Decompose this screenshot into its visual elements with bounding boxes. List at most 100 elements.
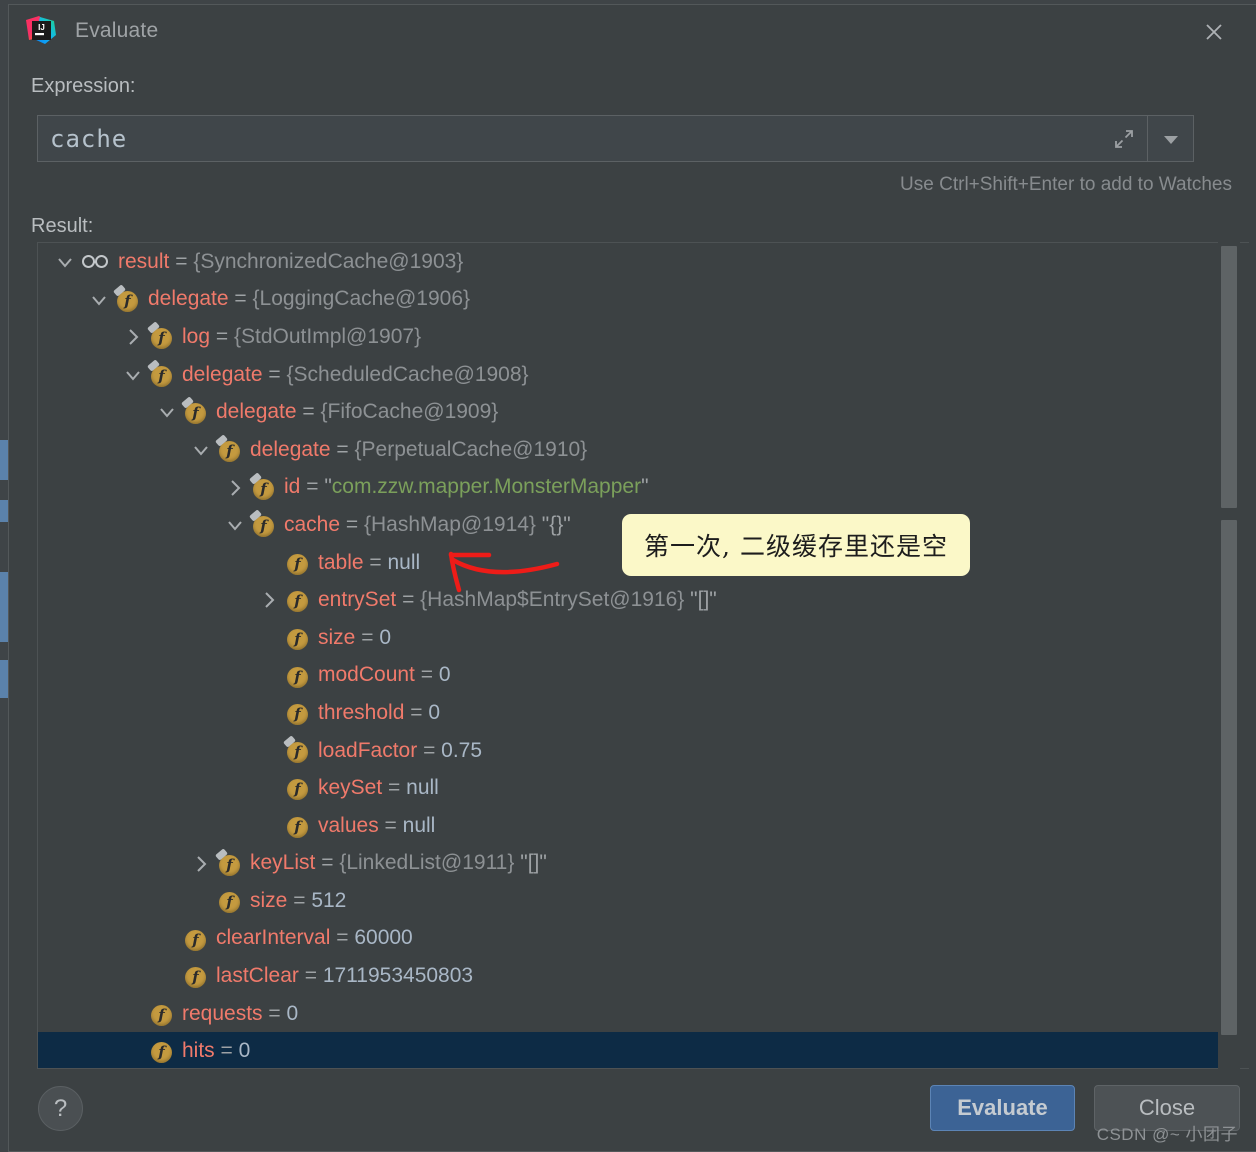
tree-node-value: null — [387, 550, 421, 574]
backdrop-streak — [0, 572, 8, 642]
tree-node-value: null — [402, 813, 436, 837]
tree-row-text: delegate = {FifoCache@1909} — [216, 400, 499, 424]
tree-row[interactable]: f size = 0 — [38, 619, 1228, 657]
chevron-down-icon[interactable] — [88, 289, 110, 311]
intellij-idea-icon: IJ — [23, 13, 59, 49]
tree-node-value: {ScheduledCache@1908} — [286, 362, 529, 386]
tree-node-value: 512 — [311, 888, 347, 912]
tree-node-value: 0 — [379, 625, 391, 649]
tree-row-text: threshold = 0 — [318, 700, 441, 724]
field-icon: f — [286, 551, 310, 575]
tree-row-text: keyList = {LinkedList@1911} "[]" — [250, 851, 547, 875]
tree-node-name: keyList — [250, 851, 316, 875]
tree-row[interactable]: f lastClear = 1711953450803 — [38, 957, 1228, 995]
chevron-right-icon[interactable] — [258, 589, 280, 611]
field-icon: f — [286, 776, 310, 801]
tree-row[interactable]: f size = 512 — [38, 882, 1228, 920]
tree-node-value: {HashMap$EntrySet@1916} — [420, 588, 685, 612]
tree-row[interactable]: f threshold = 0 — [38, 694, 1228, 732]
tree-node-value: 0 — [438, 663, 451, 687]
tree-node-tail: "{}" — [541, 512, 571, 536]
scrollbar-thumb[interactable] — [1221, 246, 1237, 508]
chevron-down-icon[interactable] — [224, 514, 246, 536]
tree-node-name: delegate — [148, 287, 229, 311]
debug-value-tree: result = {SynchronizedCache@1903} f delega… — [38, 243, 1228, 1068]
tree-row[interactable]: f delegate = {ScheduledCache@1908} — [38, 356, 1228, 394]
field-icon: f — [150, 1039, 174, 1064]
tree-row-text: values = null — [318, 813, 436, 837]
tree-row[interactable]: f loadFactor = 0.75 — [38, 732, 1228, 770]
tree-row[interactable]: f delegate = {FifoCache@1909} — [38, 393, 1228, 431]
tree-row[interactable]: f hits = 0 — [38, 1032, 1228, 1068]
result-tree-panel: result = {SynchronizedCache@1903} f delega… — [37, 242, 1249, 1069]
field-icon: f — [147, 321, 174, 350]
tree-node-tail: "[]" — [690, 588, 717, 612]
tree-node-value: com.zzw.mapper.MonsterMapper — [331, 475, 642, 499]
tree-row[interactable]: f clearInterval = 60000 — [38, 920, 1228, 958]
expression-label: Expression: — [31, 75, 136, 97]
tree-node-value: 0 — [286, 1001, 299, 1025]
expand-diagonal-icon[interactable] — [1113, 128, 1135, 150]
tree-node-name: cache — [284, 512, 341, 536]
chevron-right-icon[interactable] — [122, 326, 144, 348]
expression-field[interactable]: cache — [37, 115, 1194, 162]
tree-row-text: loadFactor = 0.75 — [318, 738, 483, 762]
tree-vertical-scrollbar[interactable] — [1218, 242, 1240, 1070]
dialog-title: Evaluate — [75, 19, 159, 42]
evaluate-dialog: IJ Evaluate Expression: cache Use Ctrl+S… — [8, 4, 1256, 1152]
chevron-down-icon[interactable] — [122, 364, 144, 386]
annotation-text: 第一次, 二级缓存里还是空 — [644, 532, 948, 561]
evaluate-button[interactable]: Evaluate — [930, 1085, 1075, 1131]
field-icon: f — [147, 359, 174, 387]
tree-row-text: id = "com.zzw.mapper.MonsterMapper" — [284, 475, 649, 499]
tree-row[interactable]: f delegate = {LoggingCache@1906} — [38, 281, 1228, 319]
tree-row[interactable]: f delegate = {PerpetualCache@1910} — [38, 431, 1228, 469]
chevron-down-icon[interactable] — [1147, 116, 1193, 161]
field-icon: f — [286, 626, 310, 650]
tree-node-value: {FifoCache@1909} — [320, 400, 499, 424]
tree-row[interactable]: result = {SynchronizedCache@1903} — [38, 243, 1228, 281]
expression-input[interactable]: cache — [50, 125, 127, 153]
chevron-right-icon[interactable] — [190, 853, 212, 875]
help-button[interactable]: ? — [38, 1086, 83, 1131]
tree-row-text: table = null — [318, 550, 421, 574]
field-icon: f — [215, 434, 242, 462]
tree-node-value: null — [406, 776, 439, 800]
tree-row-text: requests = 0 — [182, 1001, 299, 1025]
expression-input-wrap[interactable]: cache — [38, 116, 1147, 161]
tree-node-name: id — [284, 475, 301, 499]
chevron-right-icon[interactable] — [224, 477, 246, 499]
tree-node-name: loadFactor — [318, 738, 418, 762]
tree-row[interactable]: f keySet = null — [38, 769, 1228, 807]
field-icon: f — [286, 701, 310, 726]
tree-node-name: entrySet — [318, 588, 397, 612]
chevron-down-icon[interactable] — [156, 401, 178, 423]
field-icon: f — [113, 283, 140, 312]
result-label: Result: — [31, 215, 94, 237]
tree-node-name: delegate — [216, 400, 297, 424]
tree-row[interactable]: f log = {StdOutImpl@1907} — [38, 318, 1228, 356]
field-icon: f — [286, 588, 310, 613]
tree-node-name: table — [318, 550, 364, 574]
tree-row-text: log = {StdOutImpl@1907} — [182, 324, 422, 348]
tree-node-name: result — [118, 249, 170, 273]
tree-row[interactable]: f requests = 0 — [38, 995, 1228, 1033]
tree-row[interactable]: f entrySet = {HashMap$EntrySet@1916} "[]" — [38, 581, 1228, 619]
tree-node-name: clearInterval — [216, 926, 331, 950]
backdrop-streak — [0, 660, 8, 698]
chevron-down-icon[interactable] — [190, 439, 212, 461]
tree-row-text: size = 0 — [318, 625, 391, 649]
tree-row-text: keySet = null — [318, 776, 439, 800]
field-icon: f — [150, 1002, 174, 1026]
tree-node-name: delegate — [250, 437, 331, 461]
tree-row[interactable]: f keyList = {LinkedList@1911} "[]" — [38, 845, 1228, 883]
tree-node-value: 0 — [428, 700, 441, 724]
tree-row[interactable]: f modCount = 0 — [38, 657, 1228, 695]
chevron-down-icon[interactable] — [54, 251, 76, 273]
tree-row[interactable]: f values = null — [38, 807, 1228, 845]
close-icon[interactable] — [1199, 17, 1229, 47]
tree-row[interactable]: f id = "com.zzw.mapper.MonsterMapper" — [38, 469, 1228, 507]
field-icon: f — [249, 471, 276, 500]
field-icon: f — [181, 396, 208, 425]
scrollbar-thumb[interactable] — [1221, 520, 1237, 1035]
